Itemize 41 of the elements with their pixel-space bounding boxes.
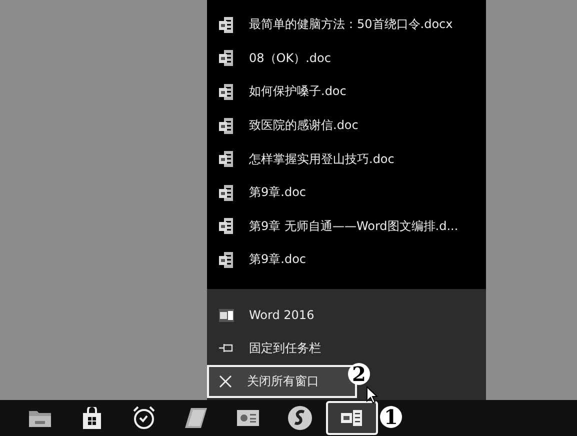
document-icon (341, 409, 363, 427)
pin-icon (219, 343, 234, 354)
presentation-icon (237, 410, 259, 426)
recent-file-item[interactable]: 第9章.doc (207, 176, 486, 210)
menu-label: 关闭所有窗口 (247, 372, 319, 390)
document-icon (219, 84, 233, 100)
document-icon (219, 151, 233, 168)
document-icon (219, 252, 233, 268)
shopping-bag-icon (82, 407, 102, 429)
file-name: 如何保护嗓子.doc (249, 83, 346, 100)
close-icon (219, 374, 232, 388)
recent-file-item[interactable]: 第9章 无师自通——Word图文编排.d... (207, 210, 486, 244)
document-icon (219, 184, 233, 201)
file-name: 第9章.doc (249, 184, 306, 202)
document-icon (219, 308, 234, 322)
document-icon (219, 50, 233, 66)
taskbar-button[interactable] (326, 401, 378, 435)
file-name: 怎样掌握实用登山技巧.doc (249, 150, 394, 168)
recent-file-item[interactable]: 最简单的健脑方法：50首绕口令.docx (207, 8, 486, 42)
file-name: 第9章.doc (249, 251, 306, 268)
recent-file-item[interactable]: 08（OK）.doc (207, 42, 486, 76)
document-icon (219, 118, 233, 134)
recent-file-item[interactable]: 怎样掌握实用登山技巧.doc (207, 142, 486, 176)
document-icon (219, 218, 233, 234)
menu-label: 固定到任务栏 (249, 340, 321, 357)
document-icon (219, 16, 233, 33)
file-name: 第9章 无师自通——Word图文编排.d... (249, 218, 458, 235)
file-name: 最简单的健脑方法：50首绕口令.docx (249, 16, 453, 34)
menu-item[interactable]: Word 2016 (207, 298, 486, 332)
recent-file-item[interactable]: 致医院的感谢信.doc (207, 108, 486, 142)
recent-file-item[interactable]: 第9章.doc (207, 243, 486, 277)
menu-item[interactable]: 固定到任务栏 (207, 332, 486, 365)
s-logo-icon (288, 406, 312, 430)
recent-file-item[interactable]: 如何保护嗓子.doc (207, 75, 486, 109)
folder-icon (29, 409, 51, 427)
notepad-icon (185, 408, 207, 428)
cursor-icon (366, 386, 378, 404)
menu-label: Word 2016 (249, 308, 314, 322)
file-name: 致医院的感谢信.doc (249, 117, 358, 134)
file-name: 08（OK）.doc (249, 50, 331, 67)
alarm-clock-icon (132, 406, 156, 430)
